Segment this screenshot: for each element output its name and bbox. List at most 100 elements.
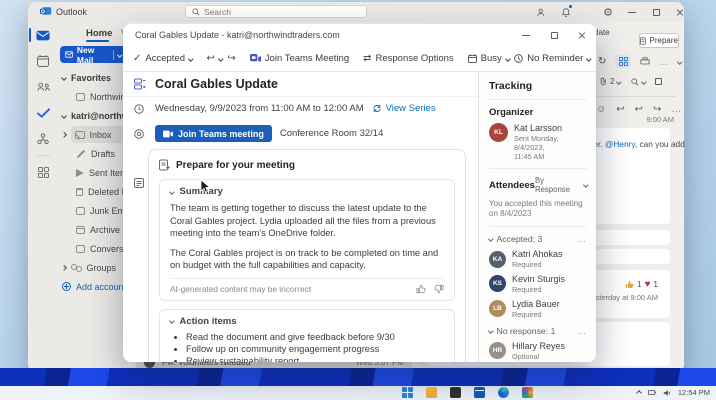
response-options-dropdown[interactable]: ⇄ Response Options xyxy=(363,53,454,64)
layout-icon[interactable] xyxy=(615,55,631,68)
rail-people-icon[interactable] xyxy=(28,74,58,100)
meeting-datetime: Wednesday, 9/9/2023 from 11:00 AM to 12:… xyxy=(155,103,364,114)
rail-divider xyxy=(36,155,50,156)
window-close-button[interactable] xyxy=(672,5,688,19)
dialog-maximize-button[interactable] xyxy=(540,25,568,45)
smiley-icon[interactable]: ☺ xyxy=(596,104,606,115)
action-item: Read the document and give feedback befo… xyxy=(186,331,444,343)
thumbs-up-icon[interactable] xyxy=(416,284,426,294)
group-noresponse-header[interactable]: No response: 1 … xyxy=(489,326,587,336)
avatar: LB xyxy=(489,300,506,317)
organizer-row[interactable]: KL Kat Larsson Sent Monday, 8/4/2023, 11… xyxy=(489,123,587,161)
tray-caret-icon[interactable] xyxy=(636,390,642,396)
calendar-icon xyxy=(468,54,477,63)
notification-badge xyxy=(568,4,573,9)
mention-link[interactable]: @Henry xyxy=(605,139,635,149)
group-overflow-button[interactable]: … xyxy=(577,234,587,244)
drafts-icon xyxy=(77,149,85,157)
prepare-button[interactable]: Prepare xyxy=(639,33,679,48)
action-items-list: Read the document and give feedback befo… xyxy=(186,331,444,362)
window-minimize-button[interactable] xyxy=(624,5,640,19)
file-explorer-icon[interactable] xyxy=(426,387,437,398)
group-accepted-header[interactable]: Accepted: 3 … xyxy=(489,234,587,244)
taskbar-clock[interactable]: 12:54 PM xyxy=(678,388,710,397)
rail-todo-icon[interactable] xyxy=(28,100,58,126)
add-person-icon xyxy=(62,282,71,291)
taskbar: 12:54 PM xyxy=(0,386,716,400)
join-teams-meeting-toolbar-button[interactable]: Join Teams Meeting xyxy=(250,53,349,64)
view-series-link[interactable]: View Series xyxy=(372,103,436,114)
accepted-dropdown[interactable]: ✓ Accepted xyxy=(133,53,193,64)
by-response-dropdown[interactable]: By Response xyxy=(535,176,587,194)
chevron-down-icon xyxy=(169,319,174,324)
dialog-minimize-button[interactable] xyxy=(512,25,540,45)
undo-icon[interactable]: ↻ xyxy=(598,57,606,67)
meet-now-icon[interactable] xyxy=(534,5,550,19)
rail-apps-grid-icon[interactable] xyxy=(28,159,58,185)
notifications-bell-icon[interactable] xyxy=(558,5,574,19)
inbox-icon xyxy=(75,131,85,139)
tracking-heading: Tracking xyxy=(489,80,587,92)
forward-icon[interactable]: ↪ xyxy=(227,54,235,64)
show-as-busy-dropdown[interactable]: Busy xyxy=(468,53,510,64)
thumbs-down-icon[interactable] xyxy=(434,284,444,294)
camera-app-icon[interactable] xyxy=(450,387,461,398)
like-icon xyxy=(625,280,634,289)
divider xyxy=(592,96,676,97)
tab-home[interactable]: Home xyxy=(86,28,112,39)
edge-browser-icon[interactable] xyxy=(498,387,509,398)
search-input[interactable]: Search xyxy=(185,5,367,18)
more-options-icon[interactable]: … xyxy=(671,104,682,115)
outlook-taskbar-icon[interactable] xyxy=(474,387,485,398)
folder-icon xyxy=(76,245,85,253)
join-teams-meeting-button[interactable]: Join Teams meeting xyxy=(155,125,272,142)
reply-dropdown[interactable]: ↩ xyxy=(207,54,223,64)
new-mail-button[interactable]: New Mail xyxy=(60,46,126,63)
attendee-row[interactable]: LB Lydia Bauer Required xyxy=(489,299,587,319)
avatar: KA xyxy=(489,251,506,268)
new-mail-label: New Mail xyxy=(77,45,109,65)
window-maximize-button[interactable] xyxy=(648,5,664,19)
reply-icon[interactable]: ↩ xyxy=(616,104,624,115)
tray-volume-icon[interactable] xyxy=(663,389,671,397)
organizer-heading: Organizer xyxy=(489,107,587,118)
recurrence-icon xyxy=(372,104,382,113)
chevron-right-icon xyxy=(61,132,66,137)
reply-all-icon[interactable]: ↩ xyxy=(635,104,643,115)
more-options-icon[interactable]: … xyxy=(659,57,669,67)
rail-org-icon[interactable] xyxy=(28,126,58,152)
print-icon[interactable] xyxy=(640,57,650,66)
forward-icon[interactable]: ↪ xyxy=(653,104,661,115)
attendee-row[interactable]: KA Katri Ahokas Required xyxy=(489,249,587,269)
action-items-header[interactable]: Action items xyxy=(170,316,444,327)
chevron-down-icon xyxy=(169,189,174,194)
group-overflow-button[interactable]: … xyxy=(577,326,587,336)
start-button[interactable] xyxy=(402,387,413,398)
rail-mail-icon[interactable] xyxy=(28,22,58,48)
arrows-swap-icon: ⇄ xyxy=(363,54,371,64)
dialog-close-button[interactable] xyxy=(568,25,596,45)
meeting-window-title: Coral Gables Update - katri@northwindtra… xyxy=(135,30,340,40)
chevron-down-icon xyxy=(488,328,493,333)
groups-icon xyxy=(71,263,82,272)
settings-gear-icon[interactable]: ⚙ xyxy=(600,5,616,19)
attendee-row[interactable]: KS Kevin Sturgis Required xyxy=(489,274,587,294)
meeting-location: Conference Room 32/14 xyxy=(280,128,384,139)
archive-icon xyxy=(76,226,85,234)
zoom-dropdown[interactable] xyxy=(631,78,646,86)
ai-doc-icon xyxy=(159,159,170,171)
notes-icon xyxy=(134,178,144,188)
reminder-dropdown[interactable]: No Reminder xyxy=(514,53,590,64)
rail-calendar-icon[interactable] xyxy=(28,48,58,74)
microsoft365-icon[interactable] xyxy=(522,387,533,398)
ai-disclaimer: AI-generated content may be incorrect xyxy=(170,284,311,294)
attachments-dropdown[interactable]: 2 xyxy=(600,77,621,86)
summary-header[interactable]: Summary xyxy=(170,186,444,197)
prepare-heading: Prepare for your meeting xyxy=(176,160,295,171)
chevron-down-icon xyxy=(61,113,67,119)
meeting-content: Coral Gables Update Wednesday, 9/9/2023 … xyxy=(123,72,478,362)
expand-icon[interactable] xyxy=(655,78,662,85)
attendee-row[interactable]: HR Hillary Reyes Optional xyxy=(489,341,587,361)
tray-battery-icon[interactable] xyxy=(648,389,656,396)
tracking-panel: Tracking Organizer KL Kat Larsson Sent M… xyxy=(478,72,596,362)
